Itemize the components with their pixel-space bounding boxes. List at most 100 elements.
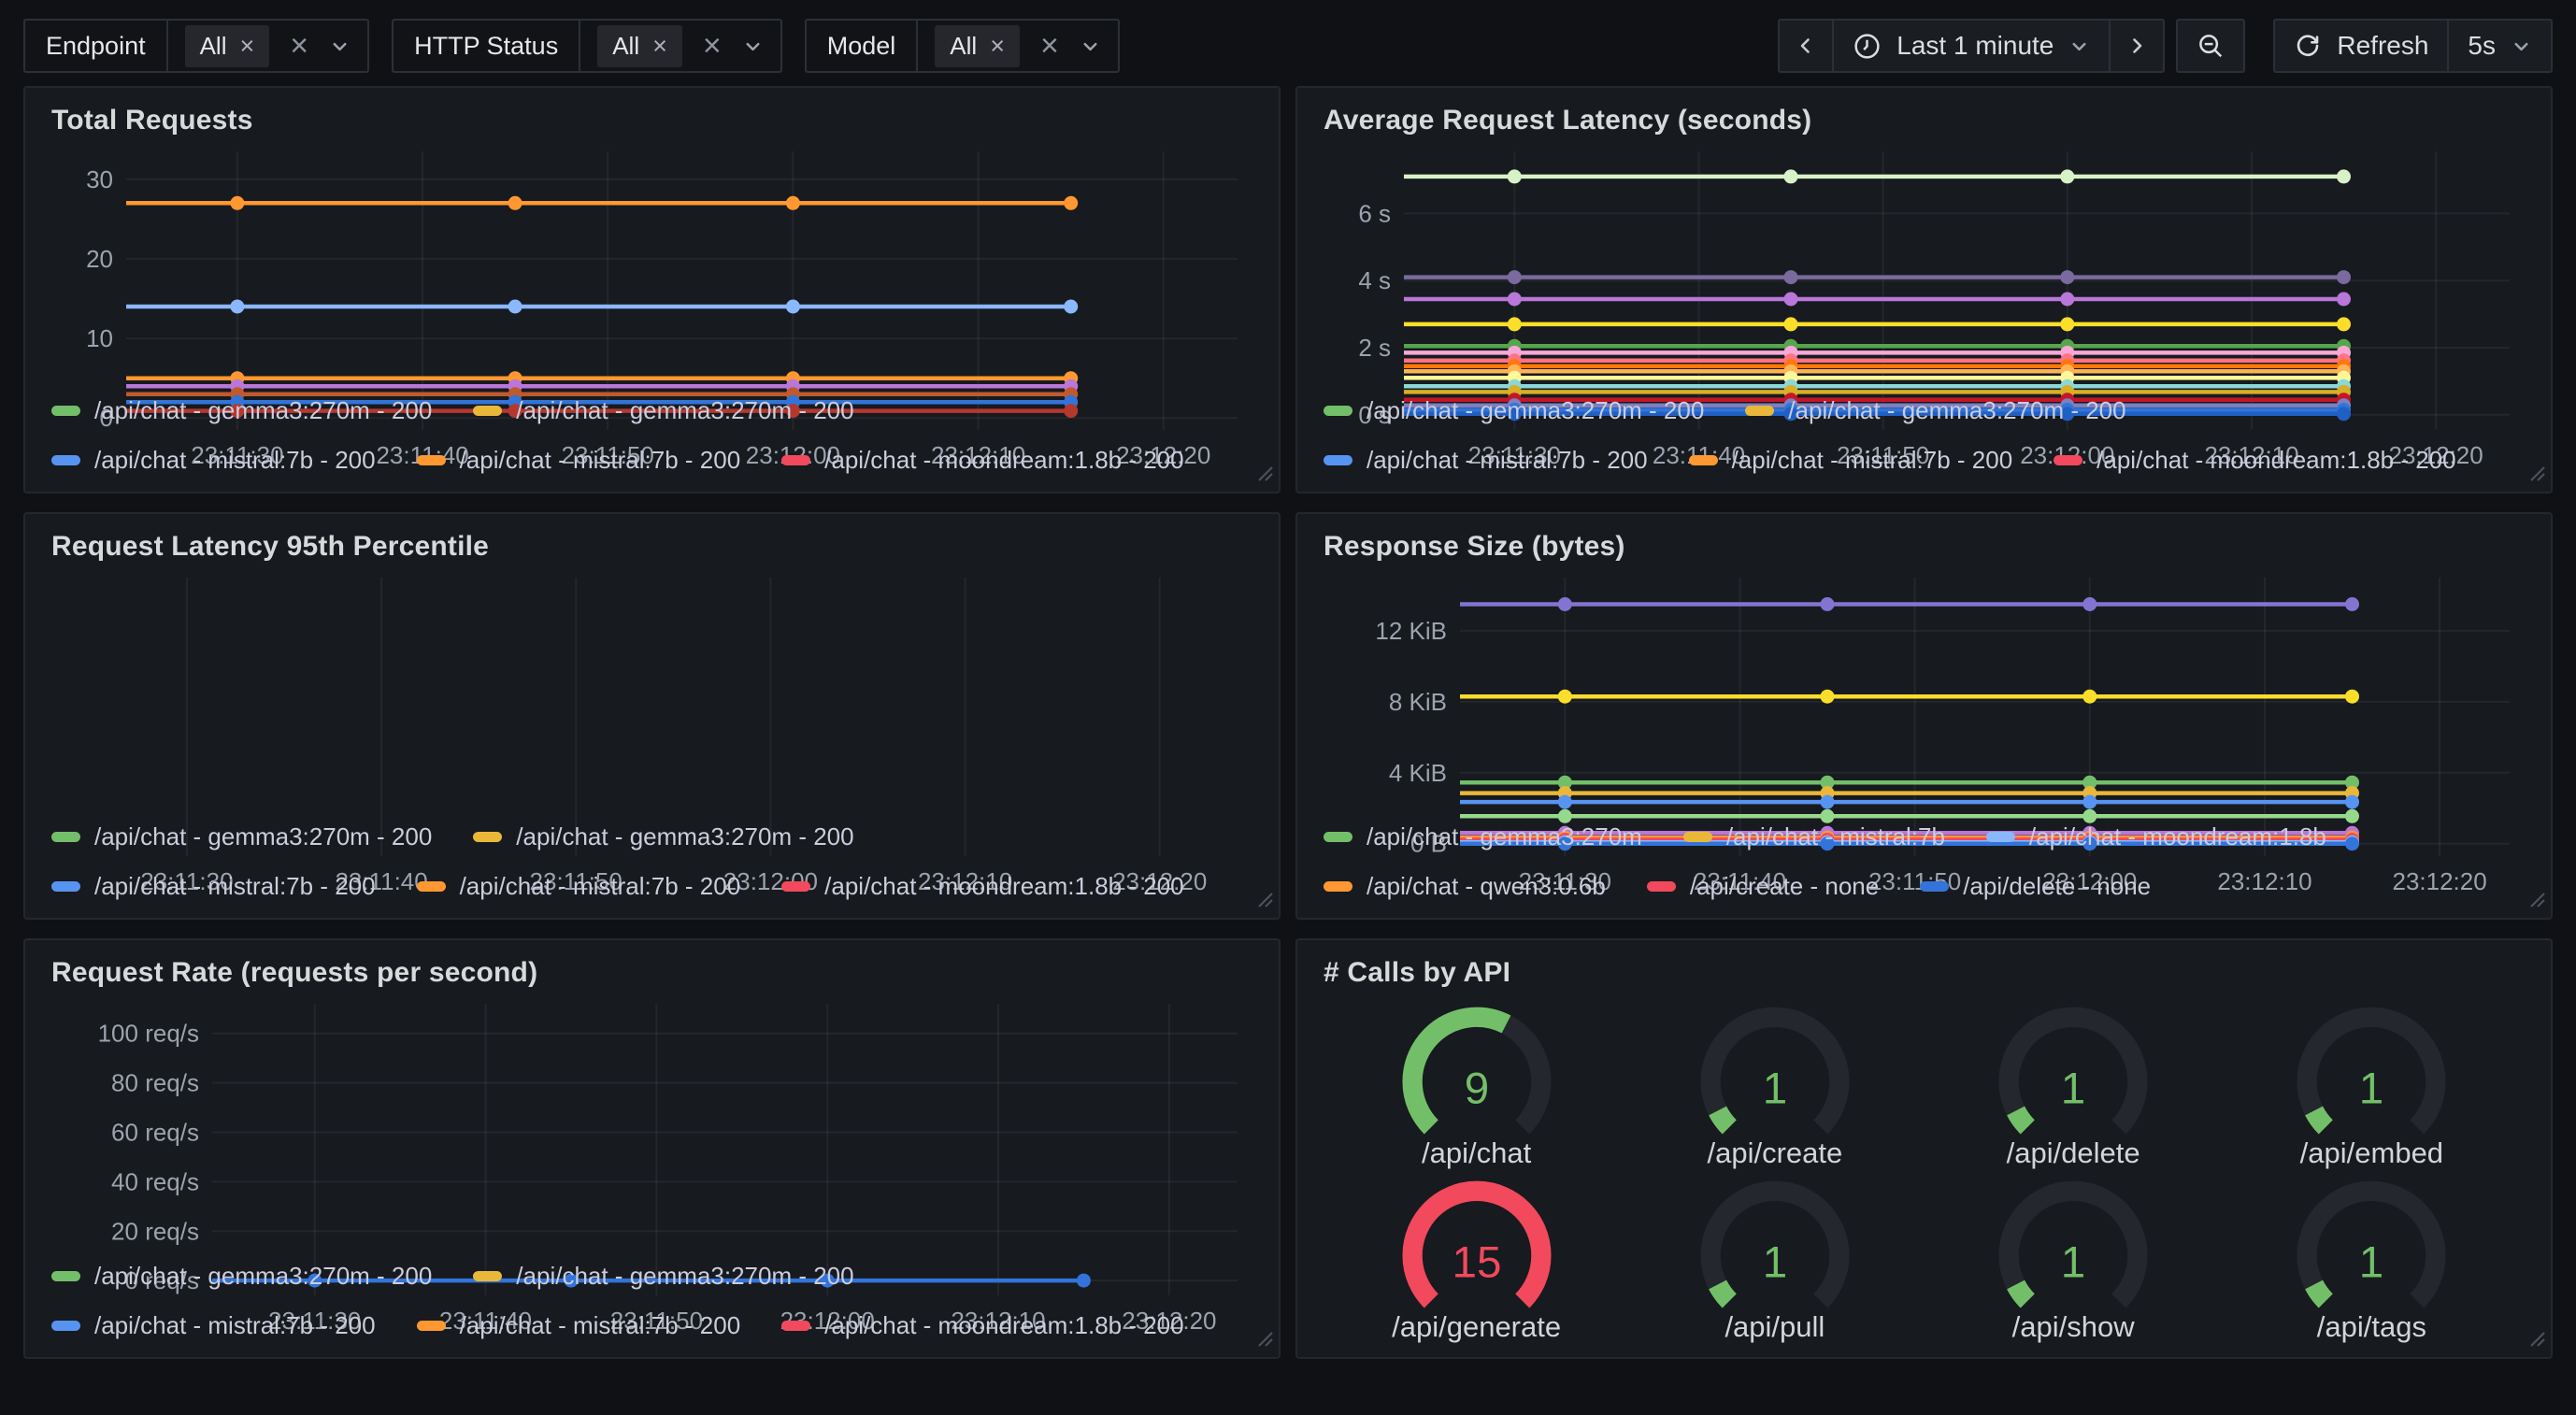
legend-item[interactable]: /api/chat - mistral:7b - 200: [417, 446, 741, 475]
refresh-label: Refresh: [2337, 31, 2428, 61]
time-range-button[interactable]: Last 1 minute: [1832, 19, 2111, 73]
legend-item[interactable]: /api/chat - gemma3:270m - 200: [1324, 396, 1704, 425]
resize-grip-icon[interactable]: [1254, 463, 1273, 486]
chart-average-request-latency[interactable]: 23:11:3023:11:4023:11:5023:12:0023:12:10…: [1318, 140, 2530, 374]
time-shift-forward-button[interactable]: [2109, 19, 2165, 73]
legend-item[interactable]: /api/chat - moondream:1.8b - 200: [781, 446, 1183, 475]
legend-item[interactable]: /api/chat - gemma3:270m: [1324, 822, 1642, 851]
filter-label[interactable]: Model: [807, 21, 919, 71]
svg-text:12 KiB: 12 KiB: [1375, 617, 1447, 645]
filter-value[interactable]: All××: [918, 21, 1118, 71]
legend-series-label: /api/chat - moondream:1.8b - 200: [2097, 446, 2455, 475]
legend-item[interactable]: /api/chat - mistral:7b - 200: [1324, 446, 1648, 475]
resize-grip-icon[interactable]: [2526, 1328, 2545, 1351]
legend-series-marker: [1920, 881, 1949, 892]
gauge-api-pull[interactable]: 1/api/pull: [1674, 1170, 1876, 1344]
legend-item[interactable]: /api/chat - moondream:1.8b - 200: [2054, 446, 2455, 475]
legend-series-label: /api/delete - none: [1963, 872, 2151, 901]
clear-filter-icon[interactable]: ×: [290, 30, 308, 62]
legend-series-label: /api/chat - gemma3:270m - 200: [1367, 396, 1704, 425]
legend-series-marker: [1986, 832, 2015, 842]
legend-item[interactable]: /api/chat - gemma3:270m - 200: [51, 396, 432, 425]
remove-tag-icon[interactable]: ×: [990, 34, 1005, 59]
legend-series-label: /api/chat - mistral:7b - 200: [460, 446, 741, 475]
clear-filter-icon[interactable]: ×: [703, 30, 722, 62]
legend-item[interactable]: /api/chat - moondream:1.8b: [1986, 822, 2326, 851]
refresh-interval-button[interactable]: 5s: [2447, 19, 2553, 73]
filter-value[interactable]: All××: [580, 21, 780, 71]
svg-text:40 req/s: 40 req/s: [111, 1167, 199, 1195]
gauge-api-embed[interactable]: 1/api/embed: [2270, 996, 2472, 1170]
remove-tag-icon[interactable]: ×: [240, 34, 255, 59]
legend-series-marker: [1689, 455, 1718, 465]
legend-item[interactable]: /api/chat - moondream:1.8b - 200: [781, 1311, 1183, 1340]
gauge-api-delete[interactable]: 1/api/delete: [1972, 996, 2174, 1170]
time-shift-back-button[interactable]: [1778, 19, 1834, 73]
legend-item[interactable]: /api/create - none: [1647, 872, 1879, 901]
legend-item[interactable]: /api/chat - gemma3:270m - 200: [51, 1262, 432, 1291]
panel-title: # Calls by API: [1324, 957, 2530, 989]
refresh-icon: [2294, 32, 2322, 60]
refresh-group: Refresh 5s: [2273, 19, 2553, 73]
resize-grip-icon[interactable]: [1254, 1328, 1273, 1351]
legend-item[interactable]: /api/chat - mistral:7b - 200: [417, 1311, 741, 1340]
legend-item[interactable]: /api/chat - mistral:7b - 200: [51, 1311, 376, 1340]
svg-text:8 KiB: 8 KiB: [1389, 688, 1447, 716]
gauge-api-chat[interactable]: 9/api/chat: [1376, 996, 1578, 1170]
legend-item[interactable]: /api/chat - gemma3:270m - 200: [51, 822, 432, 851]
remove-tag-icon[interactable]: ×: [652, 34, 667, 59]
filter-selected-chip[interactable]: All×: [185, 25, 270, 67]
legend-series-label: /api/chat - moondream:1.8b - 200: [824, 446, 1183, 475]
clear-filter-icon[interactable]: ×: [1040, 30, 1059, 62]
legend-series-marker: [417, 881, 446, 892]
gauge-api-tags[interactable]: 1/api/tags: [2270, 1170, 2472, 1344]
svg-text:4 s: 4 s: [1358, 266, 1391, 294]
svg-text:60 req/s: 60 req/s: [111, 1119, 199, 1147]
legend: /api/chat - gemma3:270m - 200/api/chat -…: [46, 1239, 1258, 1350]
filter-label[interactable]: Endpoint: [25, 21, 168, 71]
svg-text:1: 1: [1763, 1238, 1787, 1288]
legend-item[interactable]: /api/chat - mistral:7b - 200: [51, 446, 376, 475]
svg-text:30: 30: [86, 165, 113, 193]
gauge-api-create[interactable]: 1/api/create: [1674, 996, 1876, 1170]
legend-item[interactable]: /api/chat - mistral:7b: [1683, 822, 1945, 851]
filter-label[interactable]: HTTP Status: [394, 21, 580, 71]
chart-request-rate[interactable]: 23:11:3023:11:4023:11:5023:12:0023:12:10…: [46, 993, 1258, 1239]
legend-series-label: /api/chat - mistral:7b - 200: [460, 1311, 741, 1340]
chart-request-latency-p95[interactable]: 23:11:3023:11:4023:11:5023:12:0023:12:10…: [46, 566, 1258, 800]
dashboard-toolbar: EndpointAll××HTTP StatusAll××ModelAll×× …: [0, 0, 2576, 79]
legend-item[interactable]: /api/chat - mistral:7b - 200: [1689, 446, 2013, 475]
resize-grip-icon[interactable]: [2526, 463, 2545, 486]
resize-grip-icon[interactable]: [1254, 889, 1273, 912]
chart-total-requests[interactable]: 23:11:3023:11:4023:11:5023:12:0023:12:10…: [46, 140, 1258, 374]
legend-item[interactable]: /api/chat - gemma3:270m - 200: [473, 1262, 853, 1291]
legend-series-marker: [781, 881, 810, 892]
resize-grip-icon[interactable]: [2526, 889, 2545, 912]
legend-item[interactable]: /api/chat - gemma3:270m - 200: [473, 822, 853, 851]
gauge-api-show[interactable]: 1/api/show: [1972, 1170, 2174, 1344]
legend-series-label: /api/chat - mistral:7b - 200: [94, 446, 376, 475]
legend-item[interactable]: /api/chat - mistral:7b - 200: [51, 872, 376, 901]
chevron-down-icon: [2068, 36, 2090, 57]
filter-value[interactable]: All××: [168, 21, 368, 71]
filter-selected-chip[interactable]: All×: [935, 25, 1020, 67]
gauge-label: /api/embed: [2300, 1136, 2443, 1170]
legend-item[interactable]: /api/chat - gemma3:270m - 200: [1745, 396, 2125, 425]
legend-item[interactable]: /api/chat - mistral:7b - 200: [417, 872, 741, 901]
refresh-button[interactable]: Refresh: [2273, 19, 2449, 73]
legend-item[interactable]: /api/chat - qwen3:0.6b: [1324, 872, 1606, 901]
zoom-out-time-button[interactable]: [2176, 19, 2245, 73]
legend-item[interactable]: /api/chat - moondream:1.8b - 200: [781, 872, 1183, 901]
filter-selected-chip[interactable]: All×: [597, 25, 682, 67]
legend-item[interactable]: /api/chat - gemma3:270m - 200: [473, 396, 853, 425]
gauge-api-generate[interactable]: 15/api/generate: [1376, 1170, 1578, 1344]
gauge-label: /api/tags: [2317, 1310, 2426, 1344]
chevron-down-icon: [329, 36, 351, 57]
gauge-label: /api/create: [1707, 1136, 1842, 1170]
legend: /api/chat - gemma3:270m - 200/api/chat -…: [1318, 374, 2530, 484]
legend-series-label: /api/chat - mistral:7b - 200: [94, 872, 376, 901]
gauge-label: /api/delete: [2007, 1136, 2140, 1170]
chart-response-size[interactable]: 23:11:3023:11:4023:11:5023:12:0023:12:10…: [1318, 566, 2530, 800]
legend-item[interactable]: /api/delete - none: [1920, 872, 2151, 901]
gauge-arc: 1: [2270, 1170, 2472, 1312]
